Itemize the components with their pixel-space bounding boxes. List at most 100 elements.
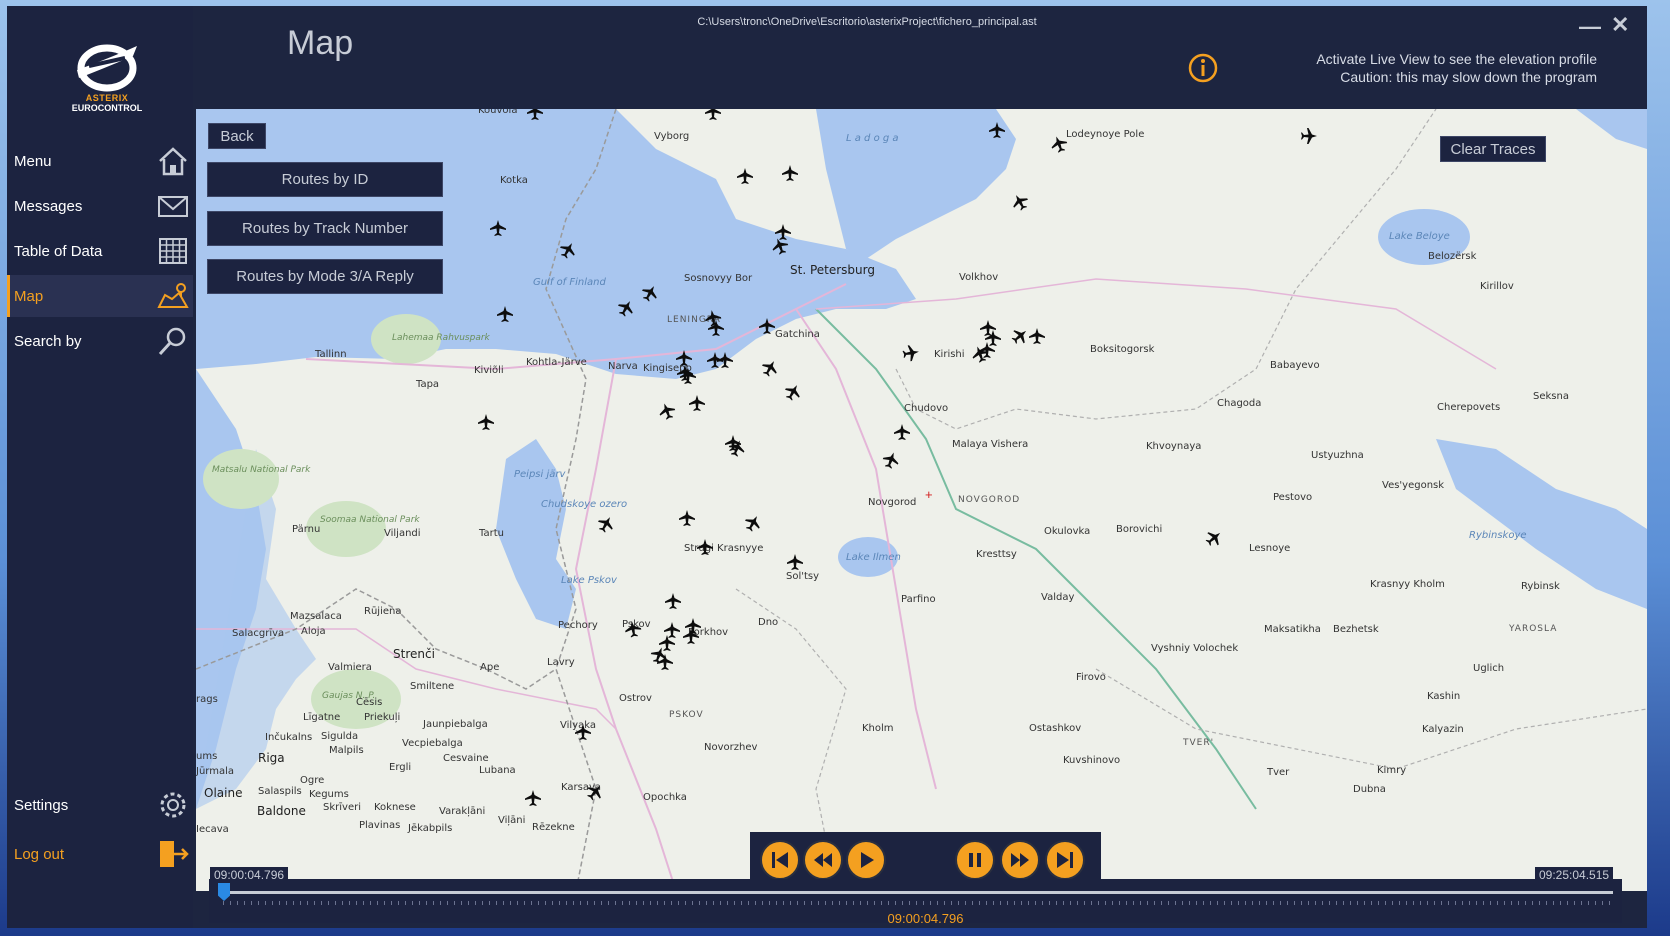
aircraft-icon[interactable] — [696, 538, 714, 556]
pause-button[interactable] — [955, 840, 995, 880]
logo: ASTERIX EUROCONTROL — [57, 38, 157, 128]
aircraft-icon[interactable] — [744, 514, 762, 532]
place-label: Vyborg — [654, 131, 690, 142]
routes-by-id-button[interactable]: Routes by ID — [207, 162, 443, 197]
place-label: Soomaa National Park — [320, 515, 420, 525]
aircraft-icon[interactable] — [496, 305, 514, 323]
clear-traces-button[interactable]: Clear Traces — [1440, 136, 1546, 162]
timeline-thumb[interactable] — [218, 883, 230, 901]
aircraft-icon[interactable] — [658, 402, 676, 420]
aircraft-icon[interactable] — [489, 219, 507, 237]
fast-forward-button[interactable] — [1000, 840, 1040, 880]
place-label: Lavry — [547, 657, 575, 668]
place-label: Dubna — [1353, 784, 1386, 795]
aircraft-icon[interactable] — [781, 164, 799, 182]
aircraft-icon[interactable] — [477, 413, 495, 431]
routes-by-mode-3a-button[interactable]: Routes by Mode 3/A Reply — [207, 259, 443, 294]
place-label: Olaine — [204, 786, 243, 800]
aircraft-icon[interactable] — [641, 284, 659, 302]
aircraft-icon[interactable] — [559, 241, 577, 259]
place-label: Mazsalaca — [290, 611, 342, 622]
place-label: Gatchina — [775, 329, 820, 340]
aircraft-icon[interactable] — [1300, 127, 1318, 145]
aircraft-icon[interactable] — [1050, 135, 1068, 153]
sidebar-item-label: Map — [14, 287, 44, 305]
close-button[interactable]: ✕ — [1611, 12, 1629, 38]
aircraft-icon[interactable] — [771, 237, 789, 255]
place-label: Pärnu — [292, 524, 321, 535]
aircraft-icon[interactable] — [679, 367, 697, 385]
aircraft-icon[interactable] — [736, 167, 754, 185]
pause-icon — [969, 853, 981, 867]
place-label: Varakļāni — [439, 806, 486, 817]
place-label: PSKOV — [669, 710, 704, 720]
sidebar-item-map[interactable]: Map — [7, 275, 193, 317]
place-label: Ostashkov — [1029, 723, 1082, 734]
aircraft-icon[interactable] — [688, 394, 706, 412]
place-label: Strenči — [393, 647, 435, 661]
sidebar-item-messages[interactable]: Messages — [7, 185, 193, 227]
place-label: Lesnoye — [1249, 543, 1291, 554]
place-label: Kotka — [500, 175, 528, 186]
place-label: Rēzekne — [532, 822, 575, 833]
skip-end-button[interactable] — [1045, 840, 1085, 880]
aircraft-icon[interactable] — [707, 319, 725, 337]
aircraft-icon[interactable] — [704, 109, 722, 121]
aircraft-icon[interactable] — [1011, 327, 1029, 345]
aircraft-icon[interactable] — [728, 439, 746, 457]
back-button[interactable]: Back — [208, 123, 266, 149]
aircraft-icon[interactable] — [786, 553, 804, 571]
sidebar-item-search-by[interactable]: Search by — [7, 320, 193, 362]
rewind-button[interactable] — [803, 840, 843, 880]
place-label: Kuvshinovo — [1063, 755, 1121, 766]
place-label: NOVGOROD — [958, 495, 1021, 505]
routes-by-track-number-button[interactable]: Routes by Track Number — [207, 211, 443, 246]
aircraft-icon[interactable] — [784, 383, 802, 401]
aircraft-icon[interactable] — [988, 121, 1006, 139]
aircraft-icon[interactable] — [978, 341, 996, 359]
aircraft-icon[interactable] — [624, 620, 642, 638]
minimize-button[interactable]: — — [1579, 14, 1601, 40]
aircraft-icon[interactable] — [1011, 193, 1029, 211]
place-label: Parfino — [901, 594, 936, 605]
sidebar-item-label: Menu — [14, 152, 52, 170]
aircraft-icon[interactable] — [678, 509, 696, 527]
info-icon[interactable] — [1187, 52, 1219, 84]
place-label: Lahemaa Rahvuspark — [392, 333, 490, 343]
eurocontrol-logo-icon — [77, 44, 137, 92]
aircraft-icon[interactable] — [526, 109, 544, 121]
aircraft-icon[interactable] — [758, 317, 776, 335]
map-view[interactable]: Kouvola Vyborg Lodeynoye Pole Kotka L a d o … — [196, 109, 1647, 891]
sidebar-item-settings[interactable]: Settings — [7, 784, 193, 826]
aircraft-icon[interactable] — [902, 344, 920, 362]
aircraft-icon[interactable] — [1028, 327, 1046, 345]
play-button[interactable] — [846, 840, 886, 880]
aircraft-icon[interactable] — [682, 627, 700, 645]
live-view-line2: Caution: this may slow down the program — [1340, 69, 1597, 85]
place-label: Dno — [758, 617, 779, 628]
aircraft-icon[interactable] — [574, 723, 592, 741]
aircraft-icon[interactable] — [597, 515, 615, 533]
place-label: Aloja — [301, 626, 326, 637]
aircraft-icon[interactable] — [586, 783, 604, 801]
aircraft-icon[interactable] — [761, 359, 779, 377]
sidebar-item-menu[interactable]: Menu — [7, 140, 193, 182]
logout-label: Log out — [14, 845, 65, 863]
aircraft-icon[interactable] — [893, 423, 911, 441]
aircraft-icon[interactable] — [664, 592, 682, 610]
place-label: Sol'tsy — [786, 571, 820, 582]
aircraft-icon[interactable] — [617, 299, 635, 317]
skip-end-icon — [1057, 852, 1073, 868]
place-label: Salacgrīva — [232, 628, 285, 639]
aircraft-icon[interactable] — [524, 789, 542, 807]
place-label: Koknese — [374, 802, 416, 813]
aircraft-icon[interactable] — [882, 451, 900, 469]
skip-start-button[interactable] — [760, 840, 800, 880]
aircraft-icon[interactable] — [656, 653, 674, 671]
sidebar-item-table-of-data[interactable]: Table of Data — [7, 230, 193, 272]
place-label: Seksna — [1533, 391, 1569, 402]
aircraft-icon[interactable] — [716, 351, 734, 369]
sidebar-item-logout[interactable]: Log out — [7, 833, 193, 875]
timeline-slider[interactable]: 09:00:04.796 — [209, 879, 1622, 926]
aircraft-icon[interactable] — [1205, 529, 1223, 547]
